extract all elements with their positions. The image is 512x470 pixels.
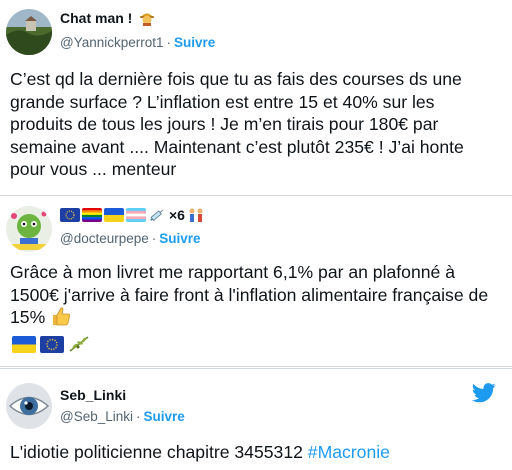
avatar[interactable] (6, 206, 52, 252)
handle[interactable]: @Seb_Linki (60, 409, 133, 424)
cartoon-avatar-image (6, 206, 52, 252)
tweet-card-3[interactable]: Seb_Linki @Seb_Linki · Suivre L'idiotie po… (0, 368, 512, 470)
display-name-suffix[interactable]: ×6 (169, 207, 185, 223)
twitter-bird-icon[interactable] (472, 383, 496, 403)
syringe-icon (148, 207, 166, 223)
tweet-card-1[interactable]: Chat man ! @Yannickperrot1 · Suivre C’est … (0, 0, 512, 196)
handle-line: @Seb_Linki · Suivre (60, 409, 185, 424)
tweet-text: Grâce à mon livret me rapportant 6,1% pa… (10, 261, 500, 329)
trans-flag-icon (126, 208, 146, 222)
display-name[interactable]: Seb_Linki (60, 387, 126, 403)
hashtag-link[interactable]: #Macronie (308, 442, 390, 462)
handle[interactable]: @docteurpepe (60, 231, 149, 246)
handle-line: @Yannickperrot1 · Suivre (60, 35, 216, 50)
display-name[interactable]: Chat man ! (60, 10, 155, 29)
tweet-card-2[interactable]: ×6 @docteurpepe · Suivre Grâce à mon livre… (0, 197, 512, 367)
follow-button[interactable]: Suivre (174, 35, 215, 50)
tweet-text: L'idiotie politicienne chapitre 3455312 … (10, 441, 500, 464)
ukraine-flag-icon (12, 335, 36, 353)
detective-emoji-icon (139, 10, 155, 29)
follow-button[interactable]: Suivre (144, 409, 185, 424)
tweet-text-body: L'idiotie politicienne chapitre 3455312 (10, 442, 308, 462)
avatar[interactable] (6, 383, 52, 429)
display-name-text[interactable]: Chat man ! (60, 10, 132, 26)
emoji-line (12, 335, 90, 353)
tweet-text: C’est qd la dernière fois que tu as fais… (10, 69, 464, 179)
family-emoji-icon (187, 207, 205, 223)
eu-flag-icon (40, 335, 64, 353)
ukraine-flag-icon (104, 208, 124, 222)
olive-branch-icon (68, 335, 90, 353)
display-name[interactable]: ×6 (60, 207, 205, 223)
follow-button[interactable]: Suivre (159, 231, 200, 246)
avatar[interactable] (6, 9, 52, 55)
eu-flag-icon (60, 208, 80, 222)
handle-line: @docteurpepe · Suivre (60, 231, 201, 246)
landscape-avatar-image (6, 9, 52, 55)
eye-avatar-image (6, 383, 52, 429)
thumbs-up-icon (50, 306, 72, 326)
tweet-text-body: Grâce à mon livret me rapportant 6,1% pa… (10, 262, 489, 327)
handle[interactable]: @Yannickperrot1 (60, 35, 164, 50)
rainbow-flag-icon (82, 208, 102, 222)
